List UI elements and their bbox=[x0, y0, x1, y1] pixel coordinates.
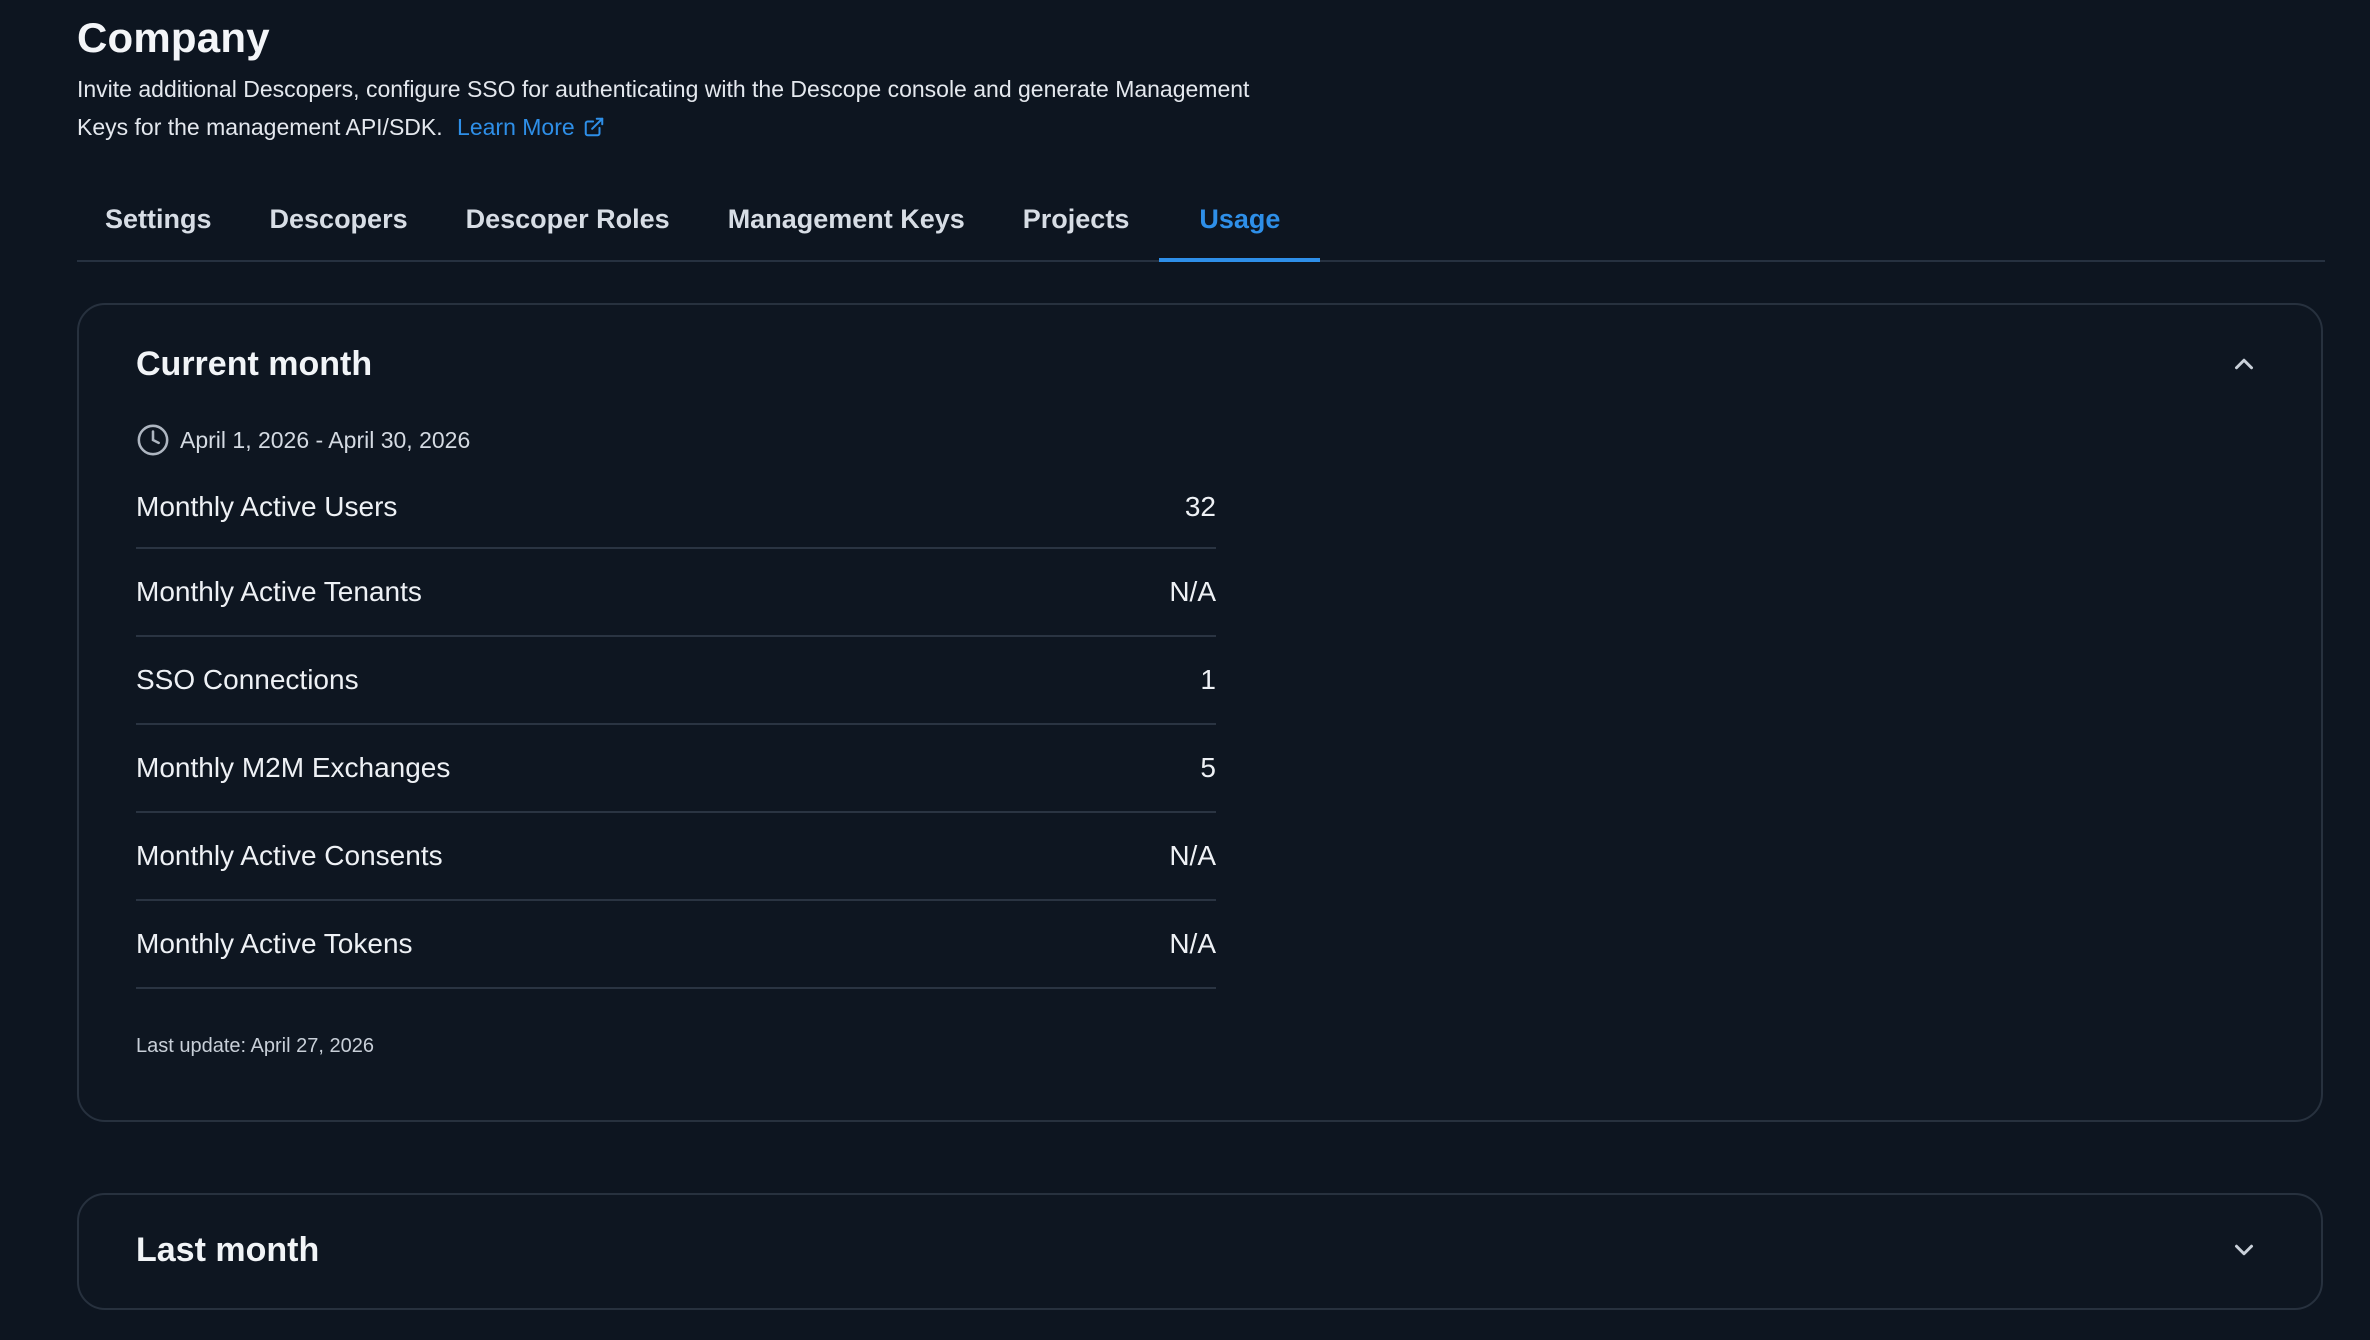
page-description: Invite additional Descopers, configure S… bbox=[77, 70, 1257, 146]
page-title: Company bbox=[77, 14, 270, 61]
metric-row-monthly-active-tenants: Monthly Active Tenants N/A bbox=[136, 549, 1216, 637]
tab-projects[interactable]: Projects bbox=[1023, 178, 1130, 260]
last-month-card[interactable]: Last month bbox=[77, 1193, 2323, 1310]
tab-management-keys[interactable]: Management Keys bbox=[728, 178, 965, 260]
metric-row-sso-connections: SSO Connections 1 bbox=[136, 637, 1216, 725]
tab-usage[interactable]: Usage bbox=[1159, 178, 1321, 262]
metric-row-monthly-active-consents: Monthly Active Consents N/A bbox=[136, 813, 1216, 901]
metric-value: 1 bbox=[1200, 664, 1216, 695]
current-month-title: Current month bbox=[136, 345, 373, 383]
metrics-list: Monthly Active Users 32 Monthly Active T… bbox=[136, 475, 1216, 989]
clock-icon bbox=[137, 424, 169, 456]
metric-row-monthly-active-users: Monthly Active Users 32 bbox=[136, 475, 1216, 549]
metric-value: N/A bbox=[1169, 576, 1216, 607]
metric-value: 32 bbox=[1184, 491, 1216, 522]
metric-row-monthly-m2m-exchanges: Monthly M2M Exchanges 5 bbox=[136, 725, 1216, 813]
metric-label: SSO Connections bbox=[136, 664, 359, 695]
metric-value: N/A bbox=[1169, 840, 1216, 871]
tab-settings[interactable]: Settings bbox=[105, 178, 212, 260]
metric-label: Monthly Active Tokens bbox=[136, 928, 413, 959]
last-update-text: Last update: April 27, 2026 bbox=[136, 1035, 374, 1057]
chevron-up-icon[interactable] bbox=[2229, 349, 2259, 379]
date-range-text: April 1, 2026 - April 30, 2026 bbox=[180, 426, 471, 453]
date-range: April 1, 2026 - April 30, 2026 bbox=[136, 423, 470, 457]
current-month-card: Current month April 1, 2026 - April 30, … bbox=[77, 303, 2323, 1122]
metric-value: 5 bbox=[1200, 752, 1216, 783]
metric-label: Monthly Active Consents bbox=[136, 840, 443, 871]
tab-descoper-roles[interactable]: Descoper Roles bbox=[466, 178, 670, 260]
metric-label: Monthly Active Users bbox=[136, 491, 398, 522]
description-text: Invite additional Descopers, configure S… bbox=[77, 76, 1250, 140]
company-page: Company Invite additional Descopers, con… bbox=[0, 0, 2370, 1340]
metric-value: N/A bbox=[1169, 928, 1216, 959]
learn-more-link[interactable]: Learn More bbox=[457, 114, 605, 140]
chevron-down-icon[interactable] bbox=[2229, 1235, 2259, 1265]
metric-label: Monthly M2M Exchanges bbox=[136, 752, 451, 783]
external-link-icon bbox=[584, 117, 603, 137]
tab-descopers[interactable]: Descopers bbox=[270, 178, 408, 260]
metric-label: Monthly Active Tenants bbox=[136, 576, 422, 607]
metric-row-monthly-active-tokens: Monthly Active Tokens N/A bbox=[136, 901, 1216, 989]
last-month-title: Last month bbox=[136, 1231, 320, 1269]
learn-more-label: Learn More bbox=[457, 114, 575, 140]
tab-bar: Settings Descopers Descoper Roles Manage… bbox=[77, 178, 2325, 262]
